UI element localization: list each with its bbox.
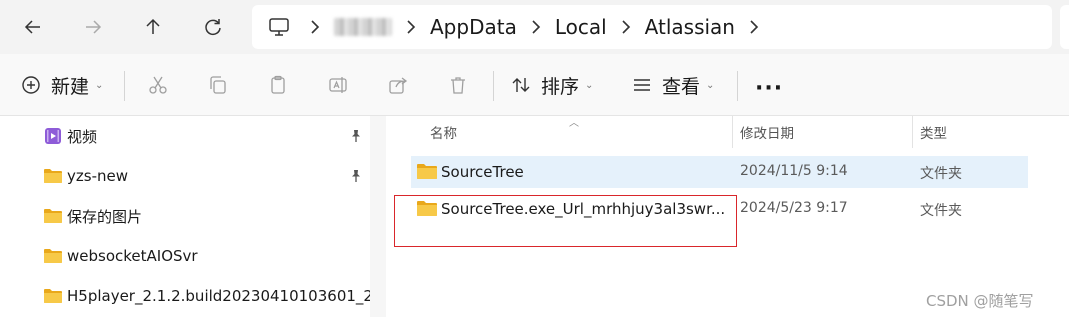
forward-button[interactable]	[77, 11, 109, 43]
video-icon	[45, 128, 61, 144]
view-button[interactable]: 查看 ⌄	[632, 54, 714, 116]
search-box-edge[interactable]	[1060, 5, 1069, 49]
breadcrumb-atlassian[interactable]: Atlassian	[639, 15, 741, 39]
up-button[interactable]	[137, 11, 169, 43]
chevron-down-icon: ⌄	[585, 79, 594, 91]
annotation-highlight-box	[394, 195, 737, 247]
command-bar: 新建 ⌄ 排序 ⌄ 查看 ⌄	[0, 54, 1069, 116]
new-button[interactable]: 新建 ⌄	[21, 54, 103, 116]
chevron-right-icon[interactable]	[523, 5, 549, 49]
column-resize-handle[interactable]	[912, 116, 913, 148]
chevron-down-icon: ⌄	[706, 79, 715, 91]
view-button-label: 查看	[662, 75, 701, 98]
nav-item-label: H5player_2.1.2.build20230410103601_20	[67, 287, 383, 305]
folder-icon	[44, 249, 62, 263]
column-header-name-label: 名称	[430, 126, 457, 142]
view-lines-icon	[634, 79, 650, 91]
divider	[737, 71, 738, 101]
sort-ascending-icon: ︿	[569, 118, 579, 129]
rename-button[interactable]	[328, 54, 348, 116]
watermark: CSDN @随笔写	[926, 292, 1034, 310]
folder-icon	[44, 169, 62, 183]
divider	[493, 71, 494, 101]
folder-icon	[44, 209, 62, 223]
paste-button[interactable]	[268, 54, 288, 116]
trash-icon	[451, 77, 465, 94]
chevron-right-icon[interactable]	[398, 5, 424, 49]
pin-icon[interactable]	[349, 169, 363, 183]
sort-button-label: 排序	[541, 75, 580, 98]
scissors-icon	[149, 76, 167, 94]
folder-icon	[417, 164, 437, 179]
nav-item-saved-pictures[interactable]: 保存的图片	[0, 196, 388, 236]
nav-item-label: yzs-new	[67, 167, 128, 185]
folder-icon	[44, 289, 62, 303]
more-options-button[interactable]: ···	[755, 76, 783, 101]
nav-item-label: 视频	[67, 127, 98, 146]
pin-icon[interactable]	[349, 129, 363, 143]
breadcrumb-user-redacted[interactable]: ▓▓▓▓	[334, 18, 392, 36]
plus-circle-icon	[22, 76, 40, 94]
nav-item-label: websocketAIOSvr	[67, 247, 198, 265]
column-header-modified-label: 修改日期	[740, 126, 794, 142]
nav-item-yzs-new[interactable]: yzs-new	[0, 156, 388, 196]
delete-button[interactable]	[448, 54, 468, 116]
breadcrumb-appdata[interactable]: AppData	[424, 15, 523, 39]
nav-item-videos[interactable]: 视频	[0, 116, 388, 156]
refresh-icon	[205, 19, 221, 36]
share-icon	[389, 77, 408, 94]
divider	[124, 71, 125, 101]
copy-icon	[210, 76, 226, 94]
column-header-type[interactable]: 类型	[920, 116, 947, 148]
new-button-label: 新建	[51, 75, 90, 98]
nav-item-websocketaiosvr[interactable]: websocketAIOSvr	[0, 236, 388, 276]
arrow-right-icon	[86, 20, 102, 34]
breadcrumb-local[interactable]: Local	[549, 15, 613, 39]
sort-button[interactable]: 排序 ⌄	[511, 54, 593, 116]
column-header-modified[interactable]: 修改日期	[740, 116, 794, 148]
column-header-type-label: 类型	[920, 126, 947, 142]
table-row[interactable]: SourceTree 2024/11/5 9:14 文件夹	[411, 156, 1028, 188]
nav-item-h5player[interactable]: H5player_2.1.2.build20230410103601_20	[0, 276, 388, 316]
back-button[interactable]	[17, 11, 49, 43]
refresh-button[interactable]	[197, 11, 229, 43]
copy-button[interactable]	[208, 54, 228, 116]
chevron-right-icon[interactable]	[302, 5, 328, 49]
file-type: 文件夹	[920, 203, 962, 219]
address-bar[interactable]: ▓▓▓▓ AppData Local Atlassian	[252, 5, 1052, 49]
file-type: 文件夹	[920, 166, 962, 182]
chevron-right-icon[interactable]	[741, 5, 767, 49]
file-modified: 2024/5/23 9:17	[740, 200, 848, 216]
chevron-down-icon: ⌄	[95, 79, 104, 91]
clipboard-icon	[271, 75, 285, 94]
nav-pane-scrollbar[interactable]	[370, 116, 386, 317]
rename-icon	[329, 77, 347, 93]
file-name: SourceTree	[441, 163, 524, 181]
column-resize-handle[interactable]	[732, 116, 733, 148]
nav-item-label: 保存的图片	[67, 207, 143, 226]
arrow-left-icon	[24, 20, 40, 34]
file-modified: 2024/11/5 9:14	[740, 163, 848, 179]
navigation-pane: 视频 yzs-new 保存的图片 websocketAIOSvr H5playe…	[0, 116, 388, 317]
computer-icon	[269, 18, 289, 36]
share-button[interactable]	[388, 54, 408, 116]
cut-button[interactable]	[148, 54, 168, 116]
address-row: ▓▓▓▓ AppData Local Atlassian	[0, 0, 1069, 54]
arrow-up-icon	[146, 18, 160, 34]
sort-icon	[512, 78, 530, 92]
chevron-right-icon[interactable]	[613, 5, 639, 49]
column-header-name[interactable]: 名称	[430, 116, 457, 148]
